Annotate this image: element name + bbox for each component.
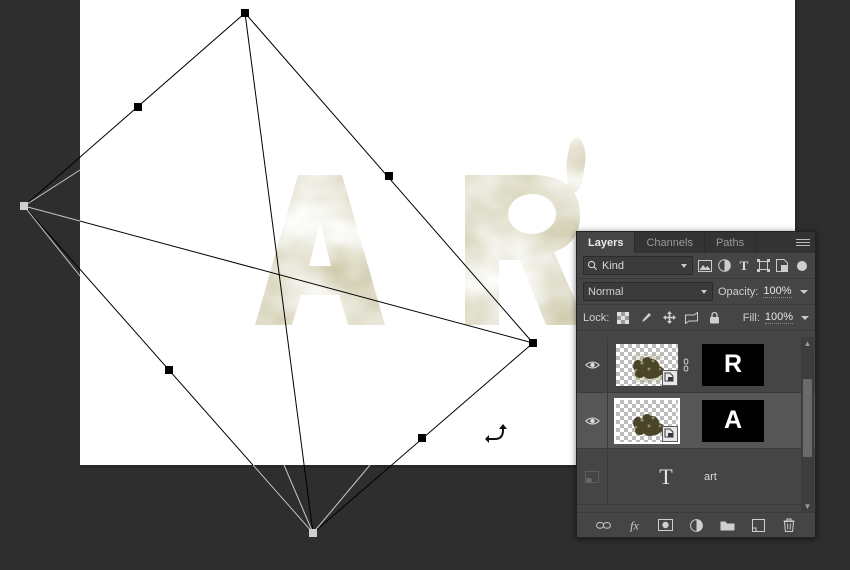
scroll-down-arrow[interactable]: ▼: [801, 500, 814, 512]
scrollbar-thumb[interactable]: [803, 379, 812, 457]
scroll-up-arrow[interactable]: ▲: [801, 337, 814, 349]
eye-icon: [584, 417, 600, 424]
link-layers-icon[interactable]: [595, 517, 611, 533]
panel-scrollbar[interactable]: ▲ ▼: [801, 337, 814, 512]
mask-letter-a: A: [723, 406, 743, 434]
layer-visibility-toggle[interactable]: [577, 337, 608, 392]
lock-image-pixels-icon[interactable]: [637, 309, 655, 326]
tab-paths[interactable]: Paths: [705, 232, 757, 253]
layer-style-fx-icon[interactable]: fx: [626, 517, 642, 533]
filter-kind-label: Kind: [602, 259, 625, 272]
handle-corner-left: [20, 202, 28, 210]
opacity-label: Opacity:: [718, 285, 759, 298]
layer-visibility-toggle[interactable]: [577, 393, 608, 448]
layer-thumbnail[interactable]: [614, 397, 680, 444]
tab-layers[interactable]: Layers: [577, 232, 636, 253]
table-row[interactable]: R: [577, 337, 815, 393]
lock-transparent-pixels-icon[interactable]: [614, 309, 632, 326]
mask-letter-r: R: [723, 350, 743, 378]
smart-object-badge: [662, 369, 678, 386]
eye-hidden-icon: [585, 470, 599, 483]
chevron-down-icon: [681, 264, 687, 268]
layers-panel: Layers Channels Paths Kind T Normal Opac…: [576, 231, 816, 538]
blend-opacity-row: Normal Opacity: 100%: [577, 279, 815, 305]
layer-name-art[interactable]: art: [704, 471, 717, 483]
shape-layer-filter-icon[interactable]: [756, 257, 770, 274]
layer-mask-thumbnail[interactable]: A: [702, 399, 764, 442]
table-row[interactable]: A: [577, 393, 815, 449]
smart-object-badge: [662, 425, 678, 442]
delete-layer-icon[interactable]: [781, 517, 797, 533]
fill-value[interactable]: 100%: [764, 311, 793, 324]
pixel-layer-filter-icon[interactable]: [698, 257, 713, 274]
layer-list[interactable]: R A T art: [577, 337, 815, 512]
smart-object-filter-icon[interactable]: [775, 257, 789, 274]
fill-label: Fill:: [742, 311, 760, 324]
layer-thumbnail[interactable]: [616, 343, 678, 386]
hamburger-menu-icon[interactable]: [796, 237, 810, 248]
layer-filter-row: Kind T: [577, 253, 815, 279]
lock-position-icon[interactable]: [660, 309, 678, 326]
adjustment-layer-filter-icon[interactable]: [717, 257, 731, 274]
new-group-icon[interactable]: [719, 517, 735, 533]
blend-mode-value: Normal: [588, 285, 624, 298]
lock-all-icon[interactable]: [706, 309, 724, 326]
photoshop-workspace: Layers Channels Paths Kind T Normal Opac…: [0, 0, 850, 570]
filter-kind-select[interactable]: Kind: [583, 256, 693, 275]
opacity-value[interactable]: 100%: [763, 285, 792, 298]
layers-panel-footer: fx: [577, 512, 815, 537]
new-adjustment-layer-icon[interactable]: [688, 517, 704, 533]
tab-paths-label: Paths: [715, 236, 745, 249]
panel-tabbar: Layers Channels Paths: [577, 232, 815, 253]
opacity-chevron-down-icon[interactable]: [799, 289, 808, 294]
blend-mode-select[interactable]: Normal: [583, 282, 713, 301]
tab-channels[interactable]: Channels: [635, 232, 705, 253]
handle-corner-bottom: [309, 529, 317, 537]
layer-mask-link-icon[interactable]: [678, 358, 694, 372]
search-icon: [587, 260, 598, 271]
type-layer-icon: T: [659, 463, 673, 489]
new-layer-icon[interactable]: [750, 517, 766, 533]
lock-artboard-icon[interactable]: [683, 309, 701, 326]
type-layer-filter-icon[interactable]: T: [737, 257, 751, 274]
fill-chevron-down-icon[interactable]: [801, 315, 809, 320]
chevron-down-icon: [701, 290, 707, 294]
layer-visibility-toggle[interactable]: [577, 449, 608, 504]
svg-text:T: T: [739, 259, 748, 272]
add-layer-mask-icon[interactable]: [657, 517, 673, 533]
layer-mask-thumbnail[interactable]: R: [702, 343, 764, 386]
eye-icon: [584, 361, 600, 368]
lock-label: Lock:: [583, 311, 610, 324]
filter-toggle-icon[interactable]: [795, 257, 809, 274]
table-row[interactable]: T art: [577, 449, 815, 505]
svg-text:fx: fx: [630, 519, 639, 533]
lock-row: Lock: Fill: 100%: [577, 305, 815, 331]
rotate-cursor-icon: [485, 424, 507, 443]
tab-layers-label: Layers: [588, 236, 624, 249]
tab-channels-label: Channels: [646, 236, 693, 249]
